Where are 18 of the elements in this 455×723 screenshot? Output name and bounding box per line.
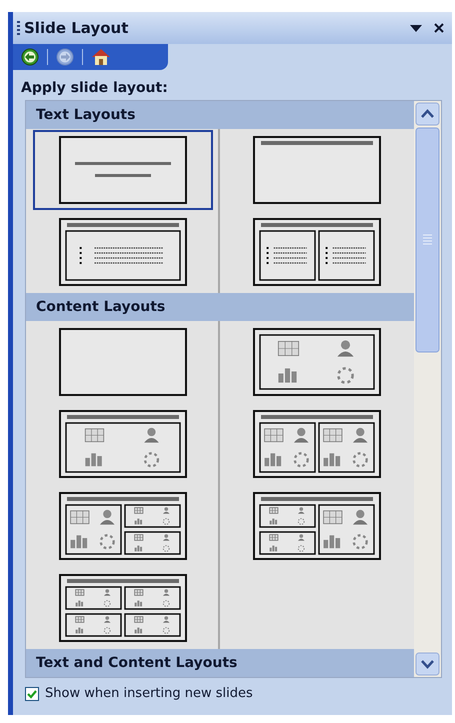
- scroll-down-icon[interactable]: [414, 651, 441, 677]
- scroll-up-icon[interactable]: [414, 101, 441, 127]
- back-icon[interactable]: [21, 48, 39, 66]
- home-icon[interactable]: [91, 48, 111, 66]
- layout-thumbnail[interactable]: [33, 130, 213, 210]
- category-header[interactable]: Content Layouts: [26, 293, 414, 321]
- forward-icon[interactable]: [56, 48, 74, 66]
- scroll-thumb[interactable]: [414, 127, 441, 353]
- checkbox[interactable]: [25, 686, 39, 701]
- dropdown-icon[interactable]: [410, 24, 422, 32]
- checkbox-label: Show when inserting new slides: [45, 685, 253, 703]
- category-header[interactable]: Text Layouts: [26, 101, 414, 129]
- section-heading: Apply slide layout:: [20, 79, 169, 98]
- scrollbar[interactable]: [414, 101, 441, 677]
- pane-title: Slide Layout: [24, 18, 130, 39]
- close-icon[interactable]: [434, 23, 444, 33]
- category-header[interactable]: Text and Content Layouts: [26, 649, 414, 677]
- grip-icon[interactable]: [17, 21, 20, 35]
